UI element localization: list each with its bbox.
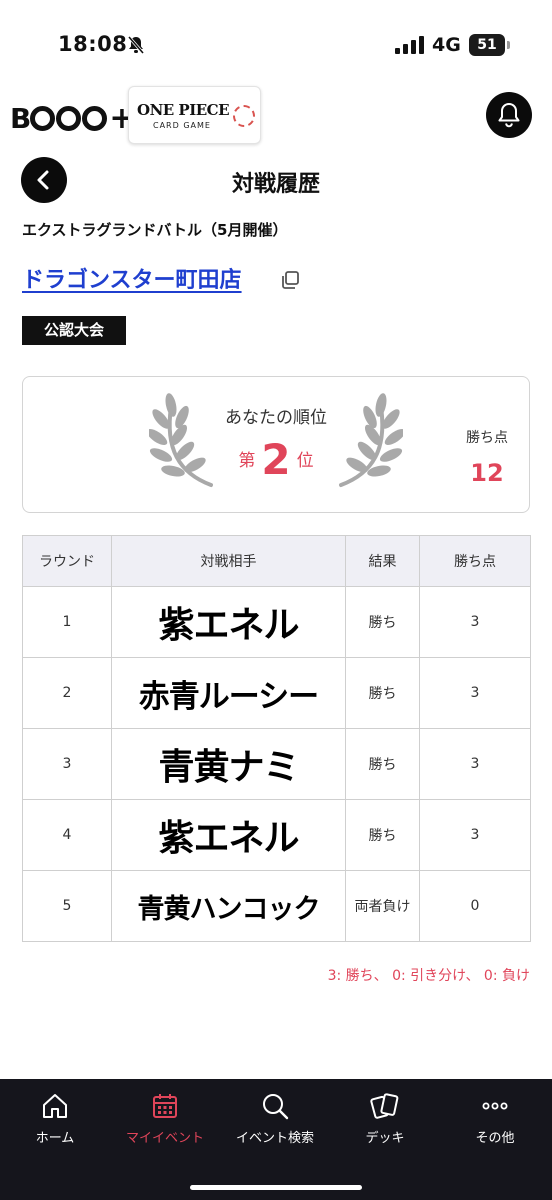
table-row: 5 青黄ハンコック 両者負け 0 <box>22 870 531 942</box>
more-icon <box>482 1102 508 1110</box>
nav-event-search-label: イベント検索 <box>235 1131 314 1146</box>
table-row: 2 赤青ルーシー 勝ち 3 <box>22 657 531 729</box>
nav-more-label: その他 <box>475 1131 515 1146</box>
bell-off-icon <box>127 36 145 54</box>
event-name: エクストラグランドバトル（5月開催） <box>22 221 288 239</box>
game-mark-icon <box>233 105 255 127</box>
tournament-tag: 公認大会 <box>22 316 126 345</box>
opponent-cell: 青黄ナミ <box>111 728 346 800</box>
points-cell: 3 <box>419 657 531 729</box>
round-cell: 3 <box>22 728 112 800</box>
points-cell: 3 <box>419 586 531 658</box>
header-opponent: 対戦相手 <box>111 535 346 587</box>
notification-button[interactable] <box>486 92 532 138</box>
opponent-cell: 青黄ハンコック <box>111 870 346 942</box>
table-row: 4 紫エネル 勝ち 3 <box>22 799 531 871</box>
opponent-cell: 赤青ルーシー <box>111 657 346 729</box>
nav-deck-label: デッキ <box>365 1131 405 1146</box>
points-cell: 0 <box>419 870 531 942</box>
result-cell: 勝ち <box>345 586 420 658</box>
game-subtitle: CARD GAME <box>153 121 211 130</box>
network-type: 4G <box>432 34 461 56</box>
result-cell: 勝ち <box>345 799 420 871</box>
ranking-card: あなたの順位 第2位 勝ち点 12 <box>22 376 530 513</box>
header-round: ラウンド <box>22 535 112 587</box>
table-row: 1 紫エネル 勝ち 3 <box>22 586 531 658</box>
store-link[interactable]: ドラゴンスター町田店 <box>22 262 242 294</box>
results-table: ラウンド 対戦相手 結果 勝ち点 1 紫エネル 勝ち 3 2 赤青ルーシー 勝ち… <box>22 535 531 942</box>
nav-deck[interactable]: デッキ <box>330 1091 440 1146</box>
header-result: 結果 <box>345 535 420 587</box>
nav-my-events[interactable]: マイイベント <box>110 1091 220 1146</box>
home-icon <box>43 1094 67 1118</box>
nav-event-search[interactable]: イベント検索 <box>220 1091 330 1146</box>
calendar-icon <box>153 1094 177 1118</box>
cards-icon <box>370 1093 399 1119</box>
points-label: 勝ち点 <box>466 430 508 446</box>
laurel-right-icon <box>339 393 403 487</box>
opponent-cell: 紫エネル <box>111 799 346 871</box>
round-cell: 2 <box>22 657 112 729</box>
rank-value: 第2位 <box>201 435 351 484</box>
search-icon <box>263 1094 289 1120</box>
nav-my-events-label: マイイベント <box>125 1131 204 1146</box>
bell-icon <box>498 103 520 128</box>
opponent-cell: 紫エネル <box>111 586 346 658</box>
app-header: B + ONE PIECE CARD GAME <box>0 80 552 152</box>
round-cell: 1 <box>22 586 112 658</box>
status-bar: 18:08 4G 51 <box>0 0 552 80</box>
points-cell: 3 <box>419 728 531 800</box>
nav-home[interactable]: ホーム <box>0 1091 110 1146</box>
home-indicator <box>190 1185 362 1190</box>
game-title: ONE PIECE <box>137 101 230 119</box>
signal-icon <box>395 36 424 54</box>
status-time: 18:08 <box>58 32 128 56</box>
table-row: 3 青黄ナミ 勝ち 3 <box>22 728 531 800</box>
nav-more[interactable]: その他 <box>440 1091 550 1146</box>
points-legend: 3: 勝ち、 0: 引き分け、 0: 負け <box>327 968 530 984</box>
battery-icon: 51 <box>469 34 510 56</box>
result-cell: 勝ち <box>345 657 420 729</box>
rank-suffix: 位 <box>296 451 314 471</box>
rank-prefix: 第 <box>238 451 256 471</box>
round-cell: 4 <box>22 799 112 871</box>
rank-label: あなたの順位 <box>225 408 327 428</box>
points-value: 12 <box>470 459 504 487</box>
brand-letter: B <box>10 101 31 135</box>
bandai-logo[interactable]: B + <box>10 98 134 138</box>
nav-home-label: ホーム <box>35 1131 75 1146</box>
round-cell: 5 <box>22 870 112 942</box>
result-cell: 勝ち <box>345 728 420 800</box>
bottom-nav: ホーム マイイベント イベント検索 デッキ その他 <box>0 1079 552 1200</box>
table-header-row: ラウンド 対戦相手 結果 勝ち点 <box>22 535 531 587</box>
header-points: 勝ち点 <box>419 535 531 587</box>
external-link-icon[interactable] <box>280 270 300 290</box>
rank-number: 2 <box>261 435 291 484</box>
page-title: 対戦履歴 <box>231 172 320 197</box>
points-cell: 3 <box>419 799 531 871</box>
one-piece-logo[interactable]: ONE PIECE CARD GAME <box>128 86 261 144</box>
result-cell: 両者負け <box>345 870 420 942</box>
